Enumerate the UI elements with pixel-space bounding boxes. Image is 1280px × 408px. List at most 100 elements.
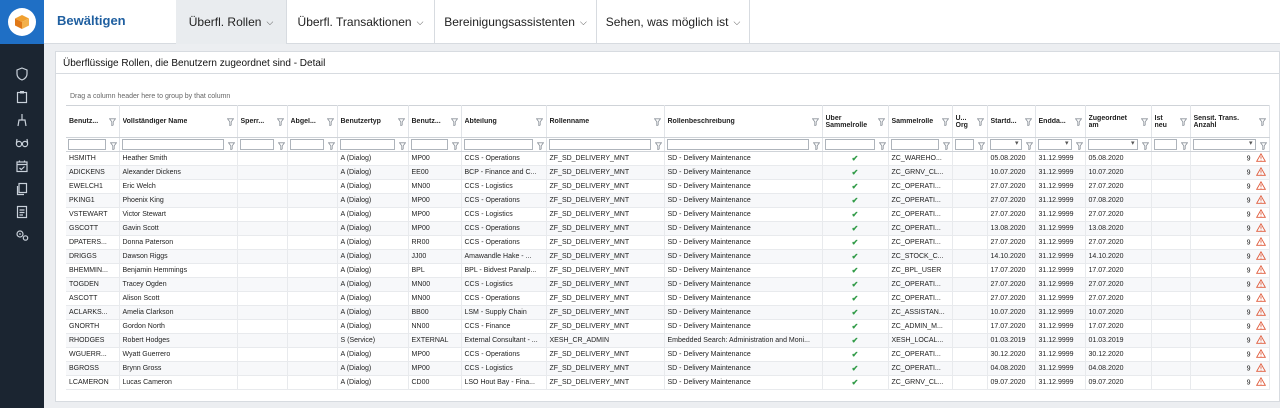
warning-icon[interactable] [1255,278,1266,290]
filter-icon[interactable] [1075,142,1083,151]
filter-icon[interactable] [108,118,116,127]
warning-icon[interactable] [1255,166,1266,178]
tab-ueberfl-rollen[interactable]: Überfl. Rollen ⌵ [176,0,287,44]
column-filter-input[interactable] [410,139,448,150]
filter-icon[interactable] [327,142,335,151]
gears-icon[interactable] [0,223,44,246]
column-header[interactable]: Vollständiger Name [119,105,238,138]
warning-icon[interactable] [1255,348,1266,360]
warning-icon[interactable] [1255,208,1266,220]
filter-icon[interactable] [942,142,950,151]
column-filter-input[interactable] [289,139,324,150]
filter-icon[interactable] [326,118,334,127]
column-filter-input[interactable] [824,139,875,150]
table-row[interactable]: ACLARKS... Amelia Clarkson A (Dialog) BB00 L… [66,305,1270,320]
copy-icon[interactable] [0,177,44,200]
app-logo[interactable] [0,0,44,44]
filter-icon[interactable] [811,118,819,127]
table-row[interactable]: ADICKENS Alexander Dickens A (Dialog) EE00 B… [66,165,1270,180]
column-header[interactable]: Abgel... [287,105,338,138]
filter-icon[interactable] [1074,118,1082,127]
column-filter-input[interactable] [548,139,651,150]
filter-icon[interactable] [226,118,234,127]
filter-icon[interactable] [977,142,985,151]
column-filter-input[interactable] [1153,139,1177,150]
filter-icon[interactable] [397,118,405,127]
column-filter-input[interactable] [463,139,533,150]
table-row[interactable]: VSTEWART Victor Stewart A (Dialog) MP00 CCS … [66,207,1270,222]
broom-icon[interactable] [0,108,44,131]
warning-icon[interactable] [1255,362,1266,374]
table-row[interactable]: EWELCH1 Eric Welch A (Dialog) MN00 CCS - Log… [66,179,1270,194]
table-row[interactable]: RHODGES Robert Hodges S (Service) EXTERNAL E… [66,333,1270,348]
filter-icon[interactable] [877,118,885,127]
column-header[interactable]: Benutzertyp [337,105,409,138]
table-row[interactable]: GSCOTT Gavin Scott A (Dialog) MP00 CCS - Ope… [66,221,1270,236]
column-header[interactable]: Endda... [1035,105,1086,138]
filter-icon[interactable] [451,142,459,151]
glasses-icon[interactable] [0,131,44,154]
filter-icon[interactable] [1025,142,1033,151]
column-header[interactable]: Sensit. Trans. Anzahl [1190,105,1270,138]
table-row[interactable]: WGUERR... Wyatt Guerrero A (Dialog) MP00 CCS… [66,347,1270,362]
filter-icon[interactable] [109,142,117,151]
warning-icon[interactable] [1255,292,1266,304]
column-filter-input[interactable] [68,139,106,150]
column-filter-input[interactable] [1192,139,1256,150]
column-filter-input[interactable] [890,139,939,150]
tab-sehen-was-moeglich-ist[interactable]: Sehen, was möglich ist ⌵ [597,0,750,44]
table-row[interactable]: LCAMERON Lucas Cameron A (Dialog) CD00 LSO H… [66,375,1270,390]
column-filter-input[interactable] [1087,139,1138,150]
filter-icon[interactable] [227,142,235,151]
column-filter-input[interactable] [1037,139,1072,150]
filter-icon[interactable] [1141,142,1149,151]
column-header[interactable]: Sammelrolle [888,105,953,138]
table-row[interactable]: HSMITH Heather Smith A (Dialog) MP00 CCS - O… [66,151,1270,166]
filter-icon[interactable] [398,142,406,151]
warning-icon[interactable] [1255,180,1266,192]
filter-icon[interactable] [1180,142,1188,151]
clipboard-icon[interactable] [0,85,44,108]
filter-icon[interactable] [1259,142,1267,151]
column-filter-input[interactable] [666,139,809,150]
warning-icon[interactable] [1255,306,1266,318]
column-header[interactable]: Abteilung [461,105,547,138]
filter-icon[interactable] [1140,118,1148,127]
warning-icon[interactable] [1255,152,1266,164]
shield-icon[interactable] [0,62,44,85]
tab-bereinigungsassistenten[interactable]: Bereinigungsassistenten ⌵ [435,0,597,44]
filter-icon[interactable] [976,118,984,127]
filter-icon[interactable] [941,118,949,127]
column-header[interactable]: Ü... Org [952,105,988,138]
column-filter-input[interactable] [239,139,274,150]
column-header[interactable]: Benutz... [408,105,462,138]
table-row[interactable]: BGROSS Brynn Gross A (Dialog) MP00 CCS - Log… [66,361,1270,376]
table-row[interactable]: DRIGGS Dawson Riggs A (Dialog) JJ00 Amawandl… [66,249,1270,264]
column-header[interactable]: Rollenname [546,105,665,138]
calendar-check-icon[interactable] [0,154,44,177]
warning-icon[interactable] [1255,194,1266,206]
column-header[interactable]: Sperr... [237,105,288,138]
warning-icon[interactable] [1255,334,1266,346]
table-row[interactable]: BHEMMIN... Benjamin Hemmings A (Dialog) BPL… [66,263,1270,278]
tab-ueberfl-transaktionen[interactable]: Überfl. Transaktionen ⌵ [287,0,435,44]
warning-icon[interactable] [1255,264,1266,276]
table-row[interactable]: DPATERS... Donna Paterson A (Dialog) RR00 CC… [66,235,1270,250]
filter-icon[interactable] [654,142,662,151]
column-filter-input[interactable] [339,139,395,150]
filter-icon[interactable] [276,118,284,127]
filter-icon[interactable] [1258,118,1266,127]
table-row[interactable]: GNORTH Gordon North A (Dialog) NN00 CCS - Fi… [66,319,1270,334]
filter-icon[interactable] [277,142,285,151]
column-header[interactable]: Über Sammelrolle [822,105,889,138]
report-icon[interactable] [0,200,44,223]
table-row[interactable]: TOGDEN Tracey Ogden A (Dialog) MN00 CCS - Lo… [66,277,1270,292]
column-header[interactable]: Ist neu [1151,105,1191,138]
filter-icon[interactable] [1024,118,1032,127]
column-header[interactable]: Zugeordnet am [1085,105,1152,138]
filter-icon[interactable] [1179,118,1187,127]
table-row[interactable]: ASCOTT Alison Scott A (Dialog) MN00 CCS - Op… [66,291,1270,306]
column-header[interactable]: Rollenbeschreibung [664,105,823,138]
warning-icon[interactable] [1255,320,1266,332]
warning-icon[interactable] [1255,236,1266,248]
